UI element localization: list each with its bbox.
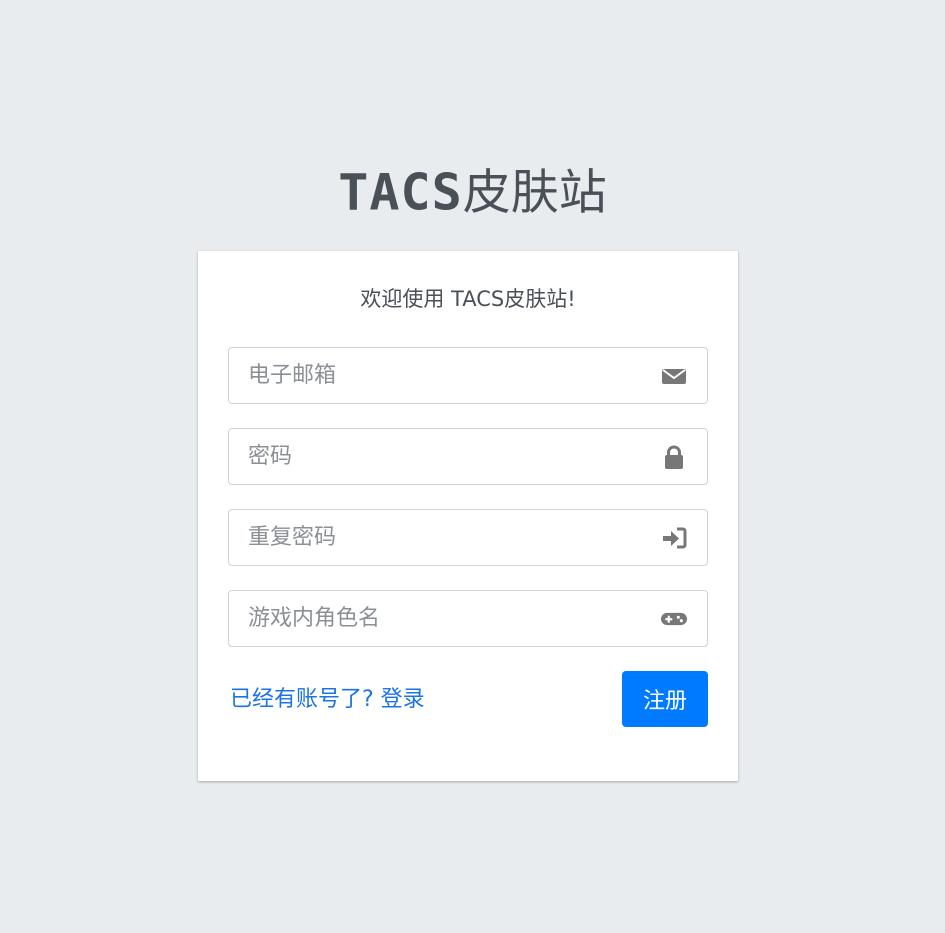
welcome-message: 欢迎使用 TACS皮肤站! [360, 287, 576, 311]
lock-icon [665, 445, 683, 469]
envelope-icon [662, 369, 686, 384]
player-name-input[interactable] [229, 591, 639, 646]
register-card: 欢迎使用 TACS皮肤站! 已经有账号了? 登录 [198, 251, 738, 781]
password-field [228, 428, 708, 485]
email-field [228, 347, 708, 404]
password-input[interactable] [229, 429, 639, 484]
register-button[interactable]: 注册 [622, 671, 708, 727]
confirm-password-input[interactable] [229, 510, 639, 565]
sign-in-icon [663, 527, 687, 549]
confirm-password-field [228, 509, 708, 566]
player-name-field [228, 590, 708, 647]
login-link[interactable]: 已经有账号了? 登录 [230, 685, 425, 715]
brand-title: TACS皮肤站 [0, 160, 945, 224]
brand-logo: TACS [338, 163, 463, 222]
email-input[interactable] [229, 348, 639, 403]
gamepad-icon [661, 612, 687, 626]
brand-suffix: 皮肤站 [462, 164, 607, 221]
